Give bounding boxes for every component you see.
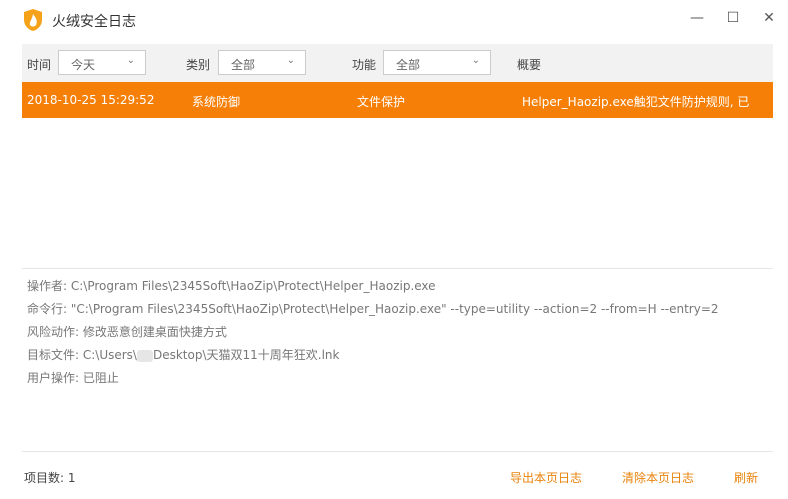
table-row[interactable]: 2018-10-25 15:29:52 系统防御 文件保护 Helper_Hao… [22, 82, 773, 118]
chevron-down-icon: ⌄ [286, 55, 295, 66]
detail-operator: 操作者: C:\Program Files\2345Soft\HaoZip\Pr… [27, 279, 436, 293]
detail-target: 目标文件: C:\Users\ Desktop\天猫双11十周年狂欢.lnk [27, 346, 340, 363]
redacted-username [136, 349, 153, 362]
window-title: 火绒安全日志 [52, 14, 136, 30]
chevron-down-icon: ⌄ [126, 55, 135, 66]
divider [22, 268, 773, 269]
summary-label: 概要 [517, 58, 542, 72]
category-label: 类别 [186, 58, 211, 72]
detail-cmdline: 命令行: "C:\Program Files\2345Soft\HaoZip\P… [27, 302, 719, 316]
time-value: 今天 [71, 58, 96, 72]
time-select[interactable]: 今天 ⌄ [58, 50, 146, 75]
minimize-button[interactable]: — [685, 6, 709, 30]
refresh-link[interactable]: 刷新 [734, 469, 758, 486]
row-category: 系统防御 [192, 95, 241, 109]
time-label: 时间 [27, 58, 52, 72]
function-select[interactable]: 全部 ⌄ [383, 50, 491, 75]
function-label: 功能 [352, 58, 377, 72]
huorong-logo-icon [24, 9, 42, 31]
detail-risk: 风险动作: 修改恶意创建桌面快捷方式 [27, 325, 227, 339]
category-value: 全部 [231, 58, 256, 72]
chevron-down-icon: ⌄ [471, 55, 480, 66]
row-function: 文件保护 [357, 95, 406, 109]
detail-user-action: 用户操作: 已阻止 [27, 371, 119, 385]
item-count: 项目数: 1 [24, 471, 76, 485]
category-select[interactable]: 全部 ⌄ [218, 50, 306, 75]
maximize-button[interactable]: ☐ [721, 6, 745, 30]
clear-log-link[interactable]: 清除本页日志 [622, 469, 694, 486]
target-prefix: 目标文件: C:\Users\ [27, 348, 137, 362]
row-time: 2018-10-25 15:29:52 [27, 93, 155, 107]
target-suffix: Desktop\天猫双11十周年狂欢.lnk [152, 348, 340, 362]
row-summary: Helper_Haozip.exe触犯文件防护规则, 已 [522, 95, 750, 109]
filter-bar: 时间 今天 ⌄ 类别 全部 ⌄ 功能 全部 ⌄ 概要 [22, 44, 773, 82]
export-log-link[interactable]: 导出本页日志 [510, 469, 582, 486]
function-value: 全部 [396, 58, 421, 72]
divider [22, 451, 773, 452]
close-button[interactable]: ✕ [757, 6, 781, 30]
